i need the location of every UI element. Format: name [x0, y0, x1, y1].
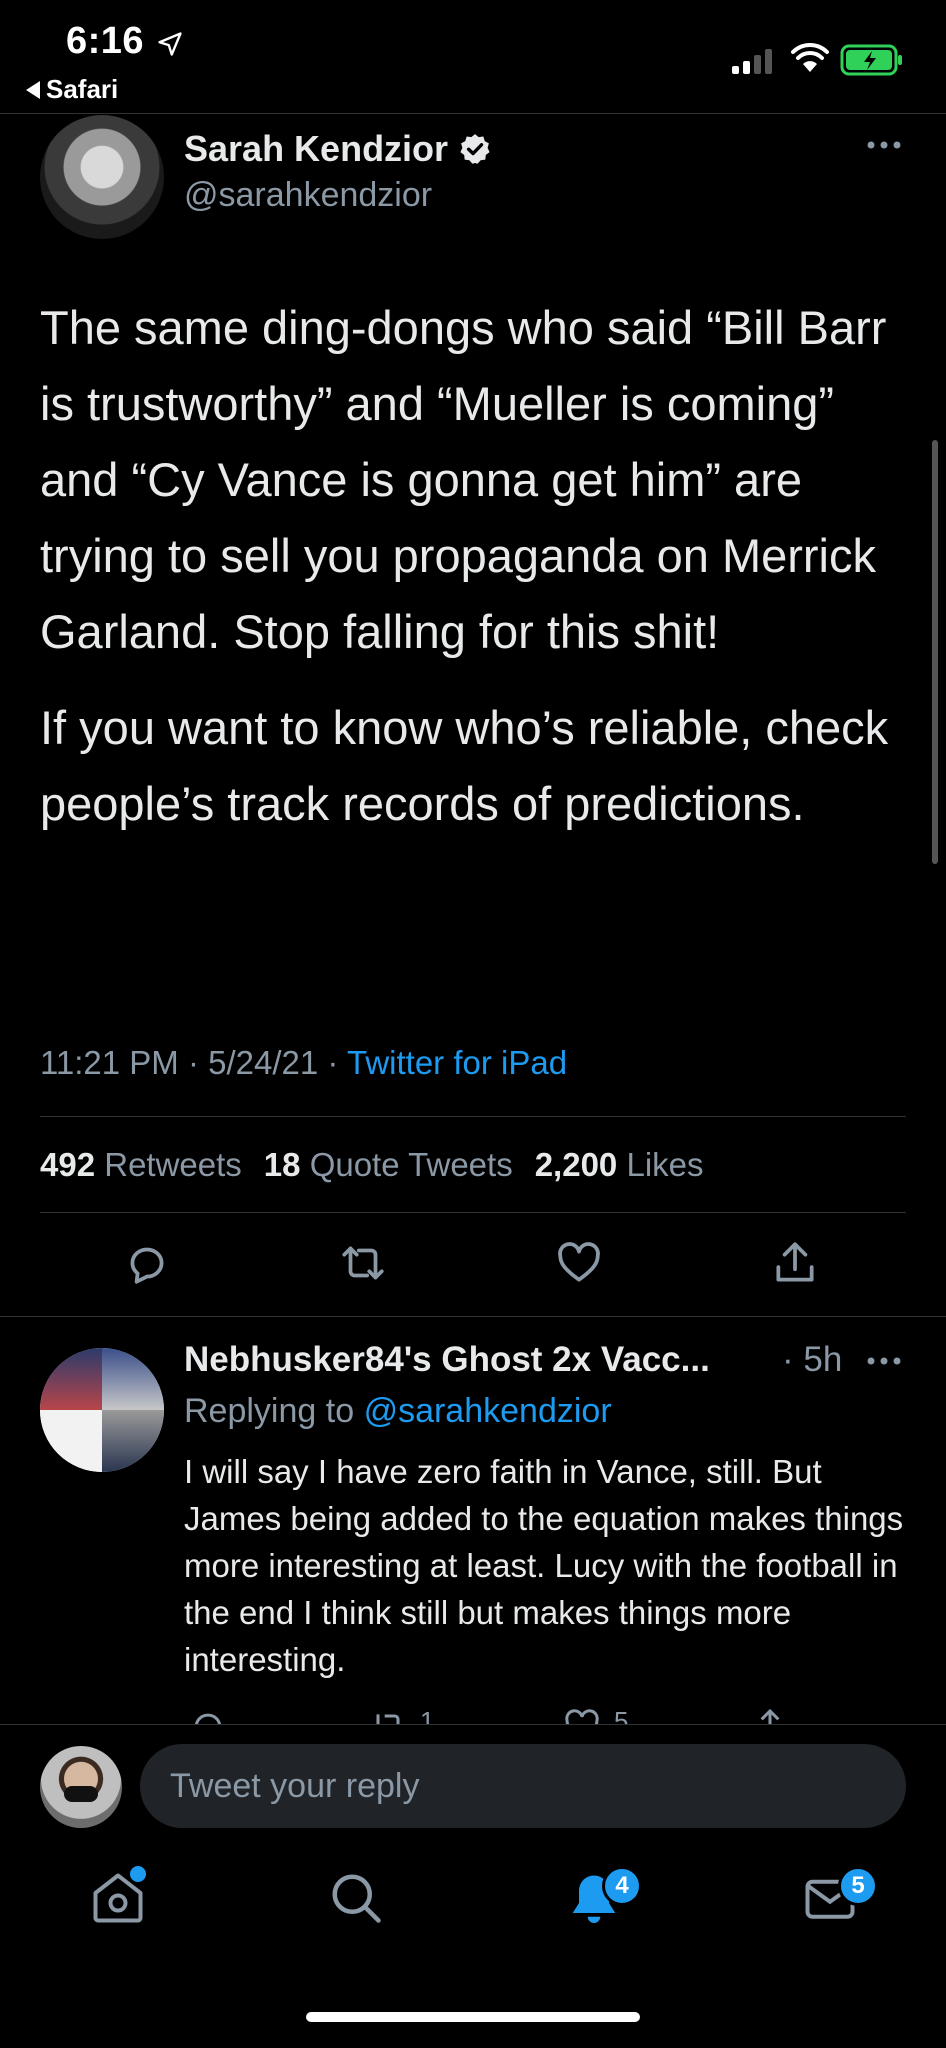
search-tab-icon[interactable]: [326, 1868, 386, 1928]
author-name: Sarah Kendzior: [184, 128, 449, 169]
tweet-text: The same ding-dongs who said “Bill Barr …: [40, 290, 920, 862]
tweet-meta: 11:21 PM · 5/24/21 · Twitter for iPad: [40, 1044, 568, 1081]
author-name-row[interactable]: Sarah Kendzior: [184, 128, 492, 170]
back-triangle-icon: [26, 80, 40, 99]
likes-stat[interactable]: 2,200 Likes: [535, 1146, 704, 1184]
more-options-icon[interactable]: [866, 140, 902, 150]
battery-charging-icon: [840, 44, 902, 76]
header-divider: [0, 113, 946, 114]
tweet-source-link[interactable]: Twitter for iPad: [347, 1044, 567, 1081]
tweet-reply-input[interactable]: [140, 1744, 906, 1828]
messages-badge: 5: [838, 1866, 878, 1906]
replying-to-mention[interactable]: @sarahkendzior: [364, 1392, 612, 1430]
retweet-icon[interactable]: [338, 1238, 388, 1288]
reply-more-options-icon[interactable]: [866, 1356, 902, 1366]
scrollbar[interactable]: [932, 440, 938, 864]
back-to-safari-button[interactable]: Safari: [26, 74, 118, 105]
tweet-actions: [0, 1238, 946, 1294]
retweets-stat[interactable]: 492 Retweets: [40, 1146, 242, 1184]
reply-author-avatar[interactable]: [40, 1348, 164, 1472]
composer-divider: [0, 1724, 946, 1725]
reply-time: · 5h: [782, 1340, 843, 1379]
cellular-signal-icon: [732, 46, 772, 74]
my-avatar[interactable]: [40, 1746, 122, 1828]
quote-tweets-stat[interactable]: 18 Quote Tweets: [264, 1146, 513, 1184]
verified-badge-icon: [460, 134, 490, 164]
like-heart-icon[interactable]: [554, 1238, 604, 1288]
back-app-label: Safari: [46, 74, 119, 104]
tweet-date: 5/24/21: [208, 1044, 319, 1081]
wifi-icon: [791, 42, 829, 72]
status-bar: 6:16 Safari: [0, 0, 946, 112]
replying-to-line: Replying to @sarahkendzior: [184, 1392, 612, 1431]
author-handle[interactable]: @sarahkendzior: [184, 176, 432, 215]
tweet-stats: 492 Retweets 18 Quote Tweets 2,200 Likes: [40, 1146, 704, 1184]
notifications-badge: 4: [602, 1866, 642, 1906]
location-arrow-icon: [158, 32, 182, 56]
reply-icon[interactable]: [122, 1238, 172, 1288]
replying-prefix: Replying to: [184, 1392, 355, 1430]
divider: [0, 1316, 946, 1317]
divider: [40, 1212, 906, 1213]
home-unread-dot: [130, 1866, 146, 1882]
share-icon[interactable]: [770, 1238, 820, 1288]
reply-author-name[interactable]: Nebhusker84's Ghost 2x Vacc...: [184, 1340, 710, 1380]
tweet-paragraph: The same ding-dongs who said “Bill Barr …: [40, 301, 887, 658]
status-time: 6:16: [66, 20, 145, 62]
tweet-paragraph: If you want to know who’s reliable, chec…: [40, 701, 889, 830]
reply-text: I will say I have zero faith in Vance, s…: [184, 1453, 904, 1678]
divider: [40, 1116, 906, 1117]
tweet-time: 11:21 PM: [40, 1044, 179, 1081]
author-avatar[interactable]: [40, 115, 164, 239]
home-indicator: [306, 2012, 640, 2022]
